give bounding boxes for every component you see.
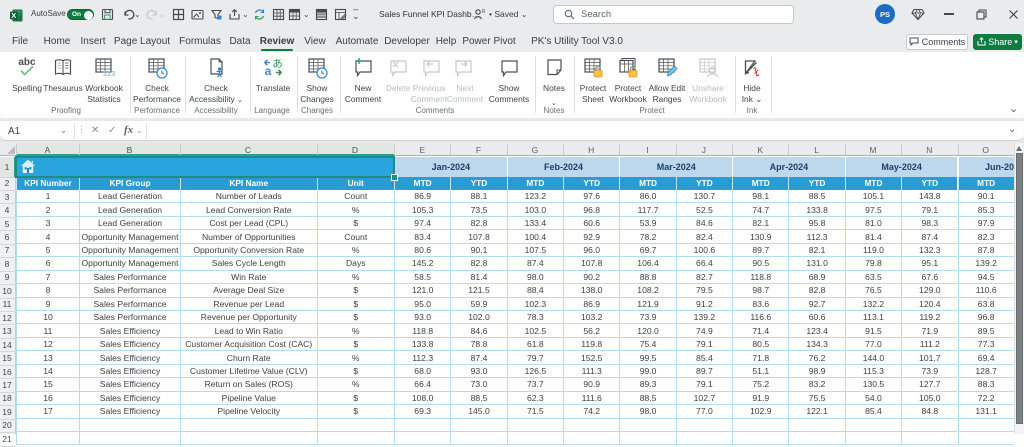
svg-text:R: R <box>482 9 485 15</box>
svg-text:123: 123 <box>103 69 115 78</box>
svg-text:abc: abc <box>18 57 36 68</box>
svg-text:X: X <box>11 11 16 20</box>
svg-text:あ: あ <box>272 58 283 70</box>
svg-text:a: a <box>265 64 272 78</box>
